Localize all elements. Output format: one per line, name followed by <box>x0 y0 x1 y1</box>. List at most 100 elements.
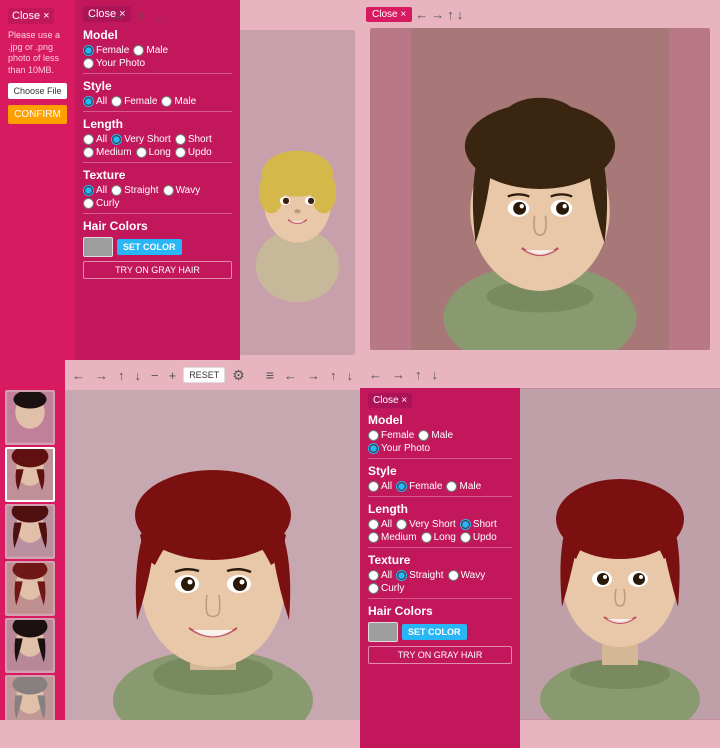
texture-straight-option[interactable]: Straight <box>111 185 158 196</box>
q4-divider4 <box>368 598 512 599</box>
choose-file-button[interactable]: Choose File <box>8 83 67 99</box>
q3-nav2-left[interactable]: ← <box>281 366 300 385</box>
q4-length-vshort[interactable]: Very Short <box>396 519 456 530</box>
q4-length-medium[interactable]: Medium <box>368 532 417 543</box>
q4-texture-straight[interactable]: Straight <box>396 570 443 581</box>
confirm-button[interactable]: CONFIRM <box>8 105 67 124</box>
q2-nav-down[interactable]: ↓ <box>457 7 464 22</box>
texture-curly-option[interactable]: Curly <box>83 198 119 209</box>
q3-hamburger-button[interactable]: ≡ <box>263 365 277 385</box>
thumb-1[interactable] <box>5 390 55 445</box>
q4-style-female[interactable]: Female <box>396 481 442 492</box>
q4-color-swatch[interactable] <box>368 622 398 642</box>
thumb-5-svg <box>7 620 53 671</box>
length-vshort-option[interactable]: Very Short <box>111 134 171 145</box>
q4-style-title: Style <box>368 464 512 478</box>
thumb-5[interactable] <box>5 618 55 673</box>
length-title: Length <box>83 117 232 131</box>
q4-length-title: Length <box>368 502 512 516</box>
q3-nav-up[interactable]: ↑ <box>115 366 128 385</box>
model-title: Model <box>83 28 232 42</box>
model-yourphoto-option[interactable]: Your Photo <box>83 58 145 69</box>
q2-nav-right[interactable]: → <box>431 7 444 22</box>
divider4 <box>83 213 232 214</box>
q1-try-gray-button[interactable]: TRY ON GRAY HAIR <box>83 261 232 279</box>
style-male-option[interactable]: Male <box>161 96 196 107</box>
q4-nav-up[interactable]: ↑ <box>412 365 425 384</box>
q4-model-female[interactable]: Female <box>368 430 414 441</box>
q3-reset-button[interactable]: RESET <box>183 367 225 383</box>
q3-nav-bar: ← → ↑ ↓ − + RESET ⚙ ≡ ← → ↑ ↓ <box>65 360 360 390</box>
texture-radio-group1: All Straight Wavy <box>83 185 232 196</box>
q3-gear-button[interactable]: ⚙ <box>229 365 248 386</box>
q2-nav-left[interactable]: ← <box>415 7 428 22</box>
nav-right-button[interactable]: → <box>107 5 129 25</box>
nav-down-button[interactable]: ↓ <box>152 5 167 25</box>
q4-texture-curly[interactable]: Curly <box>368 583 404 594</box>
q4-length-updo[interactable]: Updo <box>460 532 497 543</box>
q1-nav-bar: ← → ↑ ↓ <box>75 0 360 30</box>
thumb-6[interactable] <box>5 675 55 720</box>
q2-face-svg <box>370 28 710 350</box>
bottom-left-quadrant: MORE ← → ↑ ↓ − + RESET ⚙ ≡ ← → ↑ ↓ <box>0 360 360 720</box>
q3-nav2-up[interactable]: ↑ <box>327 366 340 385</box>
q3-nav-left[interactable]: ← <box>69 366 88 385</box>
q4-divider2 <box>368 496 512 497</box>
q3-nav-down[interactable]: ↓ <box>132 366 145 385</box>
nav-left-button[interactable]: ← <box>81 5 103 25</box>
q4-set-color-button[interactable]: SET COLOR <box>402 624 467 640</box>
q4-try-gray-button[interactable]: TRY ON GRAY HAIR <box>368 646 512 664</box>
q4-nav-right[interactable]: → <box>389 365 408 384</box>
length-radio-group1: All Very Short Short <box>83 134 232 145</box>
q3-nav2-right[interactable]: → <box>304 366 323 385</box>
texture-title: Texture <box>83 168 232 182</box>
q4-style-male[interactable]: Male <box>446 481 481 492</box>
upload-panel: Close × Please use a .jpg or .png photo … <box>0 0 75 360</box>
length-medium-option[interactable]: Medium <box>83 147 132 158</box>
length-short-option[interactable]: Short <box>175 134 212 145</box>
q4-texture-all[interactable]: All <box>368 570 392 581</box>
thumb-4[interactable] <box>5 561 55 616</box>
q3-plus-button[interactable]: + <box>166 366 180 385</box>
q4-close-row: Close × <box>368 393 512 408</box>
q4-nav-left[interactable]: ← <box>366 365 385 384</box>
texture-all-option[interactable]: All <box>83 185 107 196</box>
q1-color-row: SET COLOR <box>83 237 232 257</box>
q4-length-short[interactable]: Short <box>460 519 497 530</box>
model-male-option[interactable]: Male <box>133 45 168 56</box>
q4-style-all[interactable]: All <box>368 481 392 492</box>
q2-nav-up[interactable]: ↑ <box>447 7 454 22</box>
thumb-3[interactable] <box>5 504 55 559</box>
length-all-option[interactable]: All <box>83 134 107 145</box>
top-right-quadrant: Close × ← → ↑ ↓ <box>360 0 720 360</box>
texture-wavy-option[interactable]: Wavy <box>163 185 201 196</box>
length-long-option[interactable]: Long <box>136 147 171 158</box>
q4-close-button[interactable]: Close × <box>368 393 412 408</box>
q4-model-male[interactable]: Male <box>418 430 453 441</box>
thumb-2[interactable] <box>5 447 55 502</box>
q4-length-all[interactable]: All <box>368 519 392 530</box>
q4-model-group2: Your Photo <box>368 443 512 454</box>
length-radio-group2: Medium Long Updo <box>83 147 232 158</box>
q4-length-long[interactable]: Long <box>421 532 456 543</box>
q3-nav2-down[interactable]: ↓ <box>344 366 357 385</box>
q4-texture-wavy[interactable]: Wavy <box>448 570 486 581</box>
q4-nav-down[interactable]: ↓ <box>429 365 442 384</box>
q1-set-color-button[interactable]: SET COLOR <box>117 239 182 255</box>
length-updo-option[interactable]: Updo <box>175 147 212 158</box>
q1-color-swatch[interactable] <box>83 237 113 257</box>
model-female-option[interactable]: Female <box>83 45 129 56</box>
q3-nav-right[interactable]: → <box>92 366 111 385</box>
q4-divider1 <box>368 458 512 459</box>
q2-close-button[interactable]: Close × <box>366 7 412 22</box>
upload-close-button[interactable]: Close × <box>8 8 54 24</box>
q4-texture-group2: Curly <box>368 583 512 594</box>
divider1 <box>83 73 232 74</box>
nav-up-button[interactable]: ↑ <box>133 5 148 25</box>
style-all-option[interactable]: All <box>83 96 107 107</box>
top-left-quadrant: Close × Please use a .jpg or .png photo … <box>0 0 360 360</box>
style-female-option[interactable]: Female <box>111 96 157 107</box>
q3-minus-button[interactable]: − <box>148 366 162 385</box>
q4-model-yourphoto[interactable]: Your Photo <box>368 443 430 454</box>
q4-model-group1: Female Male <box>368 430 512 441</box>
